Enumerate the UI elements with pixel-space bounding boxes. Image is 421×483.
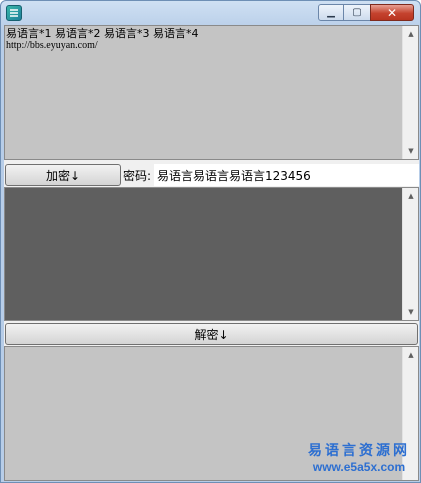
scroll-up-icon[interactable]: ▲ (403, 26, 418, 42)
app-icon (6, 5, 22, 21)
plaintext-scrollbar[interactable]: ▲ ▼ (402, 26, 418, 159)
close-button[interactable]: ✕ (370, 4, 414, 21)
decrypt-button[interactable]: 解密↓ (5, 323, 418, 345)
ciphertext-textbox[interactable]: ▲ ▼ (4, 187, 419, 321)
plaintext-line-1: 易语言*1 易语言*2 易语言*3 易语言*4 (6, 27, 199, 40)
plaintext-line-2: http://bbs.eyuyan.com/ (6, 40, 98, 51)
plaintext-textbox[interactable]: 易语言*1 易语言*2 易语言*3 易语言*4 http://bbs.eyuya… (4, 25, 419, 160)
client-area: 易语言*1 易语言*2 易语言*3 易语言*4 http://bbs.eyuya… (4, 25, 419, 481)
encrypt-button[interactable]: 加密↓ (5, 164, 121, 186)
watermark: 易语言资源网 www.e5a5x.com (308, 440, 410, 474)
app-window: ▁ ▢ ✕ 易语言*1 易语言*2 易语言*3 易语言*4 http://bbs… (0, 0, 421, 483)
close-icon: ✕ (386, 5, 398, 20)
minimize-button[interactable]: ▁ (318, 4, 344, 21)
title-bar[interactable]: ▁ ▢ ✕ (1, 1, 420, 27)
watermark-title: 易语言资源网 (308, 443, 410, 459)
minimize-icon: ▁ (327, 7, 335, 18)
scroll-up-icon[interactable]: ▲ (403, 347, 418, 363)
maximize-icon: ▢ (352, 7, 362, 18)
maximize-button[interactable]: ▢ (344, 4, 370, 21)
scroll-up-icon[interactable]: ▲ (403, 188, 418, 204)
ciphertext-scrollbar[interactable]: ▲ ▼ (402, 188, 418, 320)
scroll-down-icon[interactable]: ▼ (403, 143, 418, 159)
scroll-down-icon[interactable]: ▼ (403, 304, 418, 320)
password-input[interactable] (154, 164, 419, 186)
decrypted-textbox[interactable]: ▲ 易语言资源网 www.e5a5x.com (4, 346, 419, 481)
watermark-url: www.e5a5x.com (312, 460, 406, 474)
password-label: 密码: (123, 169, 152, 183)
